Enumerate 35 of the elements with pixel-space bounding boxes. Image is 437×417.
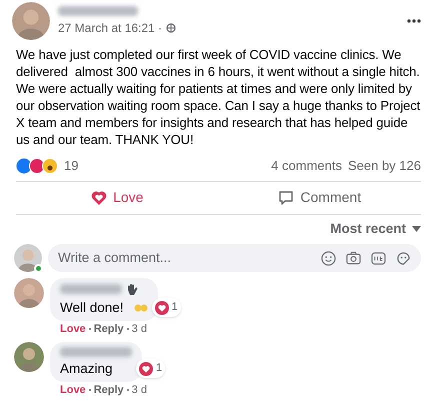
seen-by-count[interactable]: Seen by 126 bbox=[348, 156, 421, 176]
timestamp[interactable]: 27 March at 16:21 · bbox=[58, 18, 162, 36]
comment-time: 3 d bbox=[132, 384, 147, 397]
comment-button[interactable]: Comment bbox=[218, 184, 421, 210]
more-options-icon[interactable] bbox=[407, 19, 421, 23]
reaction-icons bbox=[16, 158, 60, 174]
comment-count[interactable]: 4 comments bbox=[271, 156, 342, 176]
love-link[interactable]: Love bbox=[60, 384, 86, 397]
comment-time: 3 d bbox=[132, 322, 147, 336]
reaction-badge[interactable]: 1 bbox=[152, 298, 181, 317]
reaction-badge[interactable]: 1 bbox=[136, 359, 166, 378]
comment-field[interactable]: Write a comment... bbox=[48, 244, 421, 272]
heart-icon bbox=[91, 190, 108, 206]
camera-icon[interactable] bbox=[346, 251, 361, 266]
separator-dot-icon bbox=[126, 389, 129, 392]
blurred-name bbox=[60, 284, 122, 294]
separator-dot-icon bbox=[88, 389, 91, 392]
globe-icon bbox=[166, 22, 176, 32]
reaction-count[interactable]: 19 bbox=[64, 156, 272, 176]
reply-link[interactable]: Reply bbox=[94, 322, 124, 336]
blurred-name bbox=[60, 346, 132, 357]
love-link[interactable]: Love bbox=[60, 322, 86, 336]
caret-icon bbox=[412, 226, 421, 232]
love-button[interactable]: Love bbox=[16, 184, 218, 210]
comment-text: Well done! bbox=[60, 298, 125, 316]
separator-dot-icon bbox=[88, 328, 91, 330]
separator-dot-icon bbox=[126, 328, 129, 330]
comment-text: Amazing bbox=[60, 360, 114, 377]
smiley-icon[interactable] bbox=[321, 250, 336, 266]
post-text: We have just completed our first week of COVID vaccine clinics. We delivered almost 300 vaccines in 6 hours, it went without a single hitch. We were actually waiting for patients at times and were only limited by our observation waiting room space. Can I say a huge thanks to Project X team and members for insights and research that has helped guide us and our team. THANK YOU! bbox=[16, 46, 421, 148]
sort-dropdown[interactable]: Most recent bbox=[330, 218, 421, 239]
speech-bubble-icon bbox=[278, 190, 294, 206]
reply-link[interactable]: Reply bbox=[94, 384, 124, 397]
waving-hand-icon bbox=[126, 282, 138, 296]
sticker-icon[interactable] bbox=[396, 250, 411, 266]
